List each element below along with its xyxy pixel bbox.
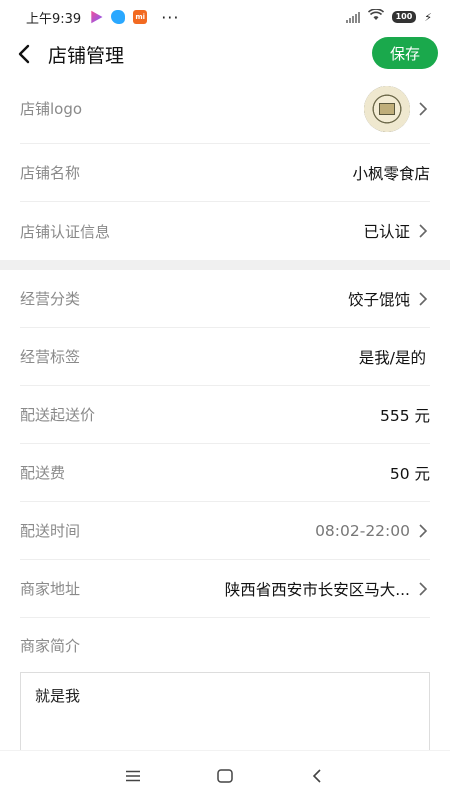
chevron-right-icon	[418, 101, 430, 116]
row-min-delivery-price[interactable]: 配送起送价 555 元	[20, 386, 430, 444]
system-nav-bar	[0, 750, 450, 800]
row-label: 商家地址	[20, 580, 81, 598]
store-intro-textarea[interactable]: 就是我	[20, 672, 430, 752]
address-value: 陕西省西安市长安区马大...	[224, 580, 410, 599]
row-label: 店铺认证信息	[20, 222, 111, 241]
more-notifications-icon: ···	[161, 7, 180, 27]
store-basic-section: 店铺logo 店铺名称 小枫零食店 店铺认证信息 已认证	[0, 74, 450, 260]
min-price-value: 555 元	[379, 406, 430, 425]
home-icon[interactable]	[214, 765, 236, 787]
tags-value: 是我/是的	[358, 348, 426, 367]
delivery-fee-value: 50 元	[389, 464, 430, 483]
status-time: 上午9:39	[26, 11, 82, 27]
store-logo-image[interactable]	[364, 85, 410, 132]
battery-icon: 100	[391, 11, 417, 23]
page-title: 店铺管理	[48, 44, 125, 67]
row-business-tags[interactable]: 经营标签 是我/是的	[20, 328, 430, 386]
chevron-right-icon	[418, 523, 430, 538]
section-divider	[0, 260, 450, 270]
chevron-right-icon	[418, 581, 430, 596]
store-business-section: 经营分类 饺子馄饨 经营标签 是我/是的 配送起送价 555 元 配送费 50 …	[0, 270, 450, 672]
row-store-certification[interactable]: 店铺认证信息 已认证	[20, 202, 430, 260]
row-label: 店铺名称	[20, 164, 81, 182]
row-delivery-fee[interactable]: 配送费 50 元	[20, 444, 430, 502]
row-label: 配送费	[20, 464, 66, 482]
row-business-category[interactable]: 经营分类 饺子馄饨	[20, 270, 430, 328]
row-label: 商家简介	[20, 636, 81, 655]
chevron-right-icon	[418, 291, 430, 306]
row-label: 经营分类	[20, 290, 81, 308]
wifi-icon	[367, 8, 384, 25]
save-button[interactable]: 保存	[372, 37, 438, 69]
signal-icon	[345, 11, 360, 23]
mi-app-icon: mi	[133, 10, 148, 24]
certification-value: 已认证	[363, 223, 410, 241]
row-label: 配送起送价	[20, 406, 96, 424]
bird-app-icon	[111, 10, 126, 24]
status-bar: 上午9:39 mi ··· 100 ⚡	[0, 0, 450, 34]
store-name-value: 小枫零食店	[352, 164, 430, 183]
play-store-icon	[91, 10, 103, 24]
app-header: 店铺管理 保存	[0, 34, 450, 74]
delivery-time-value: 08:02-22:00	[315, 521, 410, 540]
row-store-logo[interactable]: 店铺logo	[20, 74, 430, 144]
row-store-name[interactable]: 店铺名称 小枫零食店	[20, 144, 430, 202]
row-label: 店铺logo	[20, 100, 83, 118]
back-arrow-icon[interactable]	[14, 44, 34, 64]
row-label: 经营标签	[20, 348, 81, 366]
category-value: 饺子馄饨	[347, 290, 410, 309]
charging-icon: ⚡	[424, 10, 432, 24]
menu-icon[interactable]	[122, 765, 144, 787]
row-store-address[interactable]: 商家地址 陕西省西安市长安区马大...	[20, 560, 430, 618]
back-icon[interactable]	[306, 765, 328, 787]
row-delivery-time[interactable]: 配送时间 08:02-22:00	[20, 502, 430, 560]
row-label: 配送时间	[20, 522, 81, 540]
chevron-right-icon	[418, 224, 430, 238]
row-store-intro: 商家简介	[20, 618, 430, 672]
